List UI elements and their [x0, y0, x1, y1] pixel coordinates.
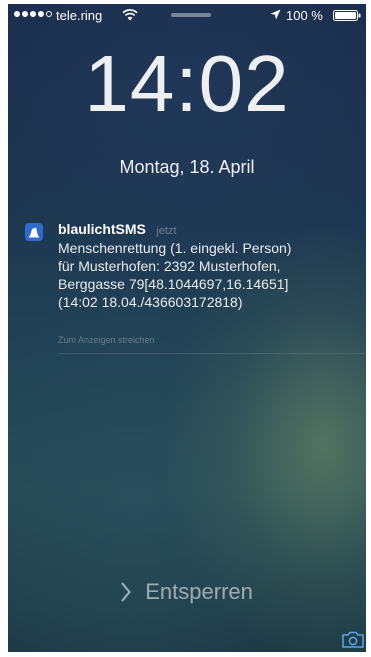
carrier-name: tele.ring	[56, 8, 103, 23]
status-bar: tele.ring 100 %	[8, 4, 366, 26]
chevron-right-icon	[121, 582, 131, 602]
notification[interactable]: blaulichtSMS jetzt Menschenrettung (1. e…	[8, 214, 366, 354]
notification-time: jetzt	[156, 225, 177, 237]
camera-icon[interactable]	[342, 631, 364, 648]
notification-app-name: blaulichtSMS	[58, 221, 146, 237]
battery-percentage: 100 %	[286, 8, 323, 23]
unlock-label: Entsperren	[145, 579, 253, 605]
status-time-placeholder	[171, 13, 211, 17]
signal-dot	[46, 11, 52, 17]
notification-body-line: (14:02 18.04./436603172818)	[58, 294, 243, 310]
lock-screen-time: 14:02	[84, 39, 290, 128]
wifi-icon	[122, 9, 138, 21]
blaulichtsms-app-icon	[25, 223, 43, 241]
signal-dot	[30, 11, 36, 17]
lock-screen-date: Montag, 18. April	[119, 157, 255, 177]
notification-body-line: Berggasse 79[48.1044697,16.14651]	[58, 276, 289, 292]
location-arrow-icon	[270, 9, 281, 20]
notification-body: Menschenrettung (1. eingekl. Person) für…	[58, 239, 364, 311]
signal-dot	[38, 11, 44, 17]
siren-icon	[29, 227, 39, 238]
notification-action-hint: Zum Anzeigen streichen	[58, 335, 155, 345]
signal-dot	[22, 11, 28, 17]
notification-divider	[58, 353, 366, 354]
signal-dot	[14, 11, 20, 17]
notification-header: blaulichtSMS jetzt	[58, 221, 358, 239]
lock-screen: tele.ring 100 % 14:02 Montag, 18. April …	[8, 4, 366, 652]
slide-to-unlock[interactable]: Entsperren	[8, 578, 366, 605]
notification-body-line: Menschenrettung (1. eingekl. Person)	[58, 240, 292, 256]
battery-icon	[333, 10, 361, 21]
notification-body-line: für Musterhofen: 2392 Musterhofen,	[58, 258, 281, 274]
signal-strength-icon	[14, 11, 52, 19]
